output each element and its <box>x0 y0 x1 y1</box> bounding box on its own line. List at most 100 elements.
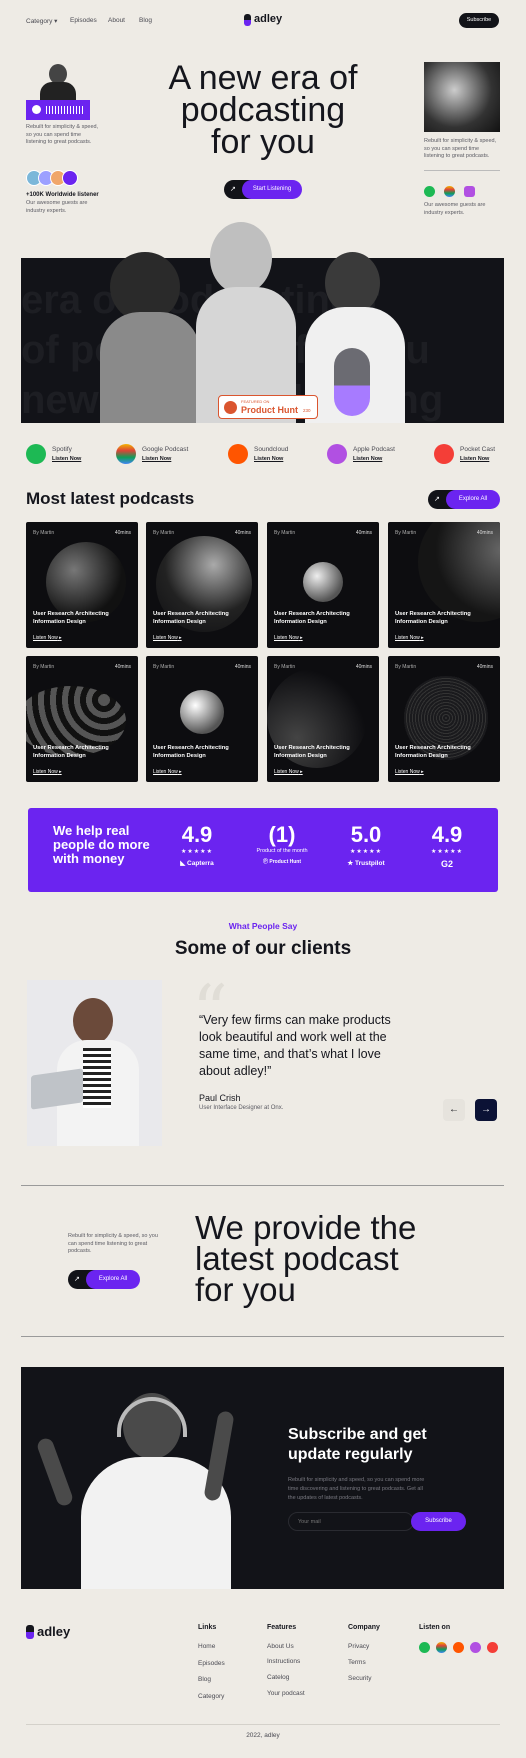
apple-podcast-icon[interactable] <box>470 1642 481 1653</box>
capterra-icon: ◣ <box>180 860 186 867</box>
pocket-cast-icon[interactable] <box>487 1642 498 1653</box>
footer-link-terms[interactable]: Terms <box>348 1659 366 1666</box>
podcast-duration: 40mins <box>355 664 372 670</box>
play-icon: ▸ <box>179 769 182 775</box>
listen-now-link[interactable]: Listen Now ▸ <box>395 635 424 641</box>
podcast-artwork <box>303 562 343 602</box>
podcast-card[interactable]: By Martin 40mins User Research Architectin… <box>26 656 138 782</box>
subscribe-button[interactable]: Subscribe <box>459 13 499 28</box>
play-icon: ▸ <box>300 635 303 641</box>
podcast-duration: 40mins <box>114 664 131 670</box>
arrow-right-icon: → <box>481 1104 491 1115</box>
client-photo <box>27 980 162 1146</box>
nav-about[interactable]: About <box>108 17 125 24</box>
footer-link-instructions[interactable]: Instructions <box>267 1658 300 1665</box>
footer-link-security[interactable]: Security <box>348 1675 371 1682</box>
pocket-cast-icon <box>434 444 454 464</box>
google-podcast-icon <box>116 444 136 464</box>
logo-text: adley <box>254 13 283 25</box>
podcast-author: By Martin <box>274 530 296 536</box>
footer-features-heading: Features <box>267 1624 297 1631</box>
rating-trustpilot: 5.0 ★★★★★ ★ Trustpilot <box>347 822 385 867</box>
provide-title-line2: latest podcast <box>195 1240 399 1277</box>
podcast-artwork <box>418 522 500 622</box>
podcast-card[interactable]: By Martin 40mins User Research Architectin… <box>388 522 500 648</box>
footer-divider <box>26 1724 500 1725</box>
subscribe-section <box>21 1367 504 1589</box>
start-listening-button[interactable]: ↗ Start Listening <box>224 180 302 199</box>
nav-category[interactable]: Category ▾ <box>26 17 57 25</box>
listen-now-link[interactable]: Listen Now ▸ <box>33 769 62 775</box>
listen-now-link[interactable]: Listen Now ▸ <box>153 635 182 641</box>
subscribe-text: Rebuilt for simplicity and speed, so you… <box>288 1477 425 1501</box>
footer-link-about[interactable]: About Us <box>267 1643 294 1650</box>
footer-link-category[interactable]: Category <box>198 1693 224 1700</box>
listen-now-link[interactable]: Listen Now ▸ <box>33 635 62 641</box>
mic-icon <box>334 348 370 416</box>
listen-now-link[interactable]: Listen Now ▸ <box>395 769 424 775</box>
rating-product-hunt: (1) Product of the month Ⓟ Product Hunt <box>256 822 308 865</box>
podcast-title: User Research Architecting Information D… <box>33 611 109 625</box>
podcast-title: User Research Architecting Information D… <box>274 611 350 625</box>
spotify-icon[interactable] <box>424 186 435 197</box>
logo-mark-icon <box>244 14 251 26</box>
email-input[interactable] <box>288 1512 414 1531</box>
testimonial-heading: Some of our clients <box>174 938 352 959</box>
podcast-author: By Martin <box>274 664 296 670</box>
provide-title-line1: We provide the <box>195 1209 417 1246</box>
podcast-card[interactable]: By Martin 40mins User Research Architectin… <box>146 656 258 782</box>
podcast-duration: 40mins <box>476 530 493 536</box>
trustpilot-icon: ★ <box>347 860 354 867</box>
podcast-card[interactable]: By Martin 40mins User Research Architectin… <box>388 656 500 782</box>
product-hunt-badge[interactable]: FEATURED ON Product Hunt 230 <box>218 395 318 419</box>
podcast-author: By Martin <box>395 664 417 670</box>
footer-listen-heading: Listen on <box>419 1624 451 1631</box>
podcast-author: By Martin <box>153 530 175 536</box>
footer-link-episodes[interactable]: Episodes <box>198 1660 225 1667</box>
listener-avatars <box>26 170 82 186</box>
prev-button[interactable]: ← <box>443 1099 465 1121</box>
podcast-card[interactable]: By Martin 40mins User Research Architectin… <box>146 522 258 648</box>
podcast-title: User Research Architecting Information D… <box>395 745 471 759</box>
divider-top <box>21 1185 504 1186</box>
spotify-icon[interactable] <box>419 1642 430 1653</box>
podcast-title: User Research Architecting Information D… <box>395 611 471 625</box>
testimonial-quote: “Very few firms can make products look b… <box>199 1013 391 1078</box>
provide-explore-button[interactable]: ↗ Explore All <box>68 1270 140 1289</box>
footer-link-privacy[interactable]: Privacy <box>348 1643 369 1650</box>
footer-link-your-podcast[interactable]: Your podcast <box>267 1690 305 1697</box>
provide-title-line3: for you <box>195 1271 296 1308</box>
listeners-sub: Our awesome guests are industry experts. <box>26 200 88 214</box>
subscribe-title-line2: update regularly <box>288 1446 413 1463</box>
podcast-card[interactable]: By Martin 40mins User Research Architectin… <box>267 656 379 782</box>
google-podcast-icon[interactable] <box>436 1642 447 1653</box>
apple-podcast-icon[interactable] <box>464 186 475 197</box>
ratings-headline: We help real people do more with money <box>53 823 150 866</box>
subscribe-submit-button[interactable]: Subscribe <box>411 1512 466 1531</box>
nav-episodes[interactable]: Episodes <box>70 17 97 24</box>
listen-now-link[interactable]: Listen Now ▸ <box>274 769 303 775</box>
podcast-card[interactable]: By Martin 40mins User Research Architectin… <box>26 522 138 648</box>
copyright: 2022, adley <box>246 1732 280 1739</box>
podcast-author: By Martin <box>33 664 55 670</box>
soundcloud-icon[interactable] <box>453 1642 464 1653</box>
podcast-duration: 40mins <box>476 664 493 670</box>
next-button[interactable]: → <box>475 1099 497 1121</box>
listeners-count: +100K Worldwide listener <box>26 192 99 198</box>
google-podcast-icon[interactable] <box>444 186 455 197</box>
laurel-left-icon: ( <box>268 822 276 847</box>
podcast-card[interactable]: By Martin 40mins User Research Architectin… <box>267 522 379 648</box>
nav-blog[interactable]: Blog <box>139 17 152 24</box>
footer-link-home[interactable]: Home <box>198 1643 215 1650</box>
testimonial-name: Paul Crish <box>199 1093 241 1103</box>
podcast-duration: 40mins <box>114 530 131 536</box>
podcast-author: By Martin <box>33 530 55 536</box>
listen-now-link[interactable]: Listen Now ▸ <box>274 635 303 641</box>
footer-link-catelog[interactable]: Catelog <box>267 1674 289 1681</box>
soundcloud-icon <box>228 444 248 464</box>
g2-icon: G2 <box>440 859 453 869</box>
footer-link-blog[interactable]: Blog <box>198 1676 211 1683</box>
rating-capterra: 4.9 ★★★★★ ◣ Capterra <box>180 822 214 867</box>
explore-all-button[interactable]: ↗ Explore All <box>428 490 500 509</box>
listen-now-link[interactable]: Listen Now ▸ <box>153 769 182 775</box>
